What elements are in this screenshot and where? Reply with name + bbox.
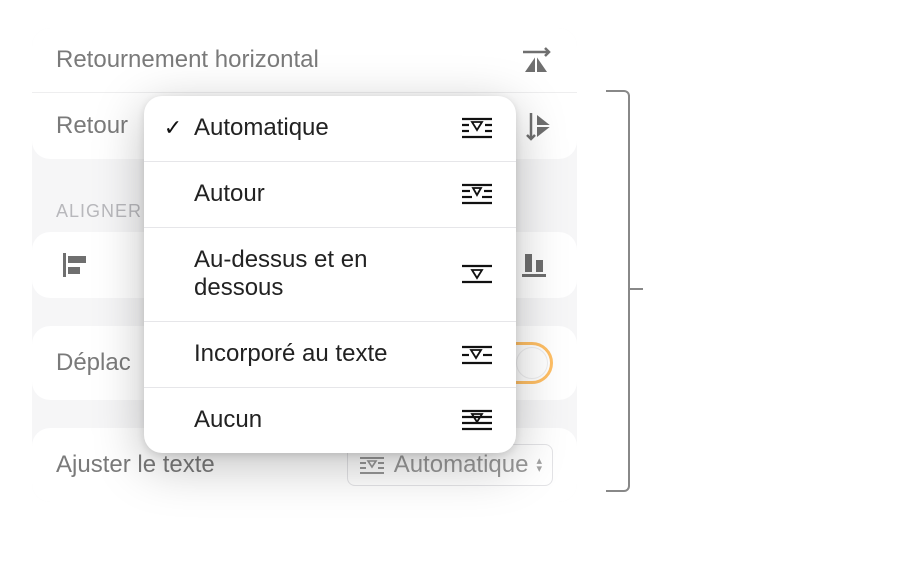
align-left-button[interactable] [56, 246, 94, 284]
wrap-option-label: Aucun [194, 406, 450, 435]
align-bottom-button[interactable] [515, 246, 553, 284]
flip-horizontal-row[interactable]: Retournement horizontal [32, 28, 577, 93]
wrap-text-popover: ✓ Automatique Autour [144, 96, 516, 453]
flip-horizontal-icon [519, 46, 553, 74]
chevron-up-down-icon: ▴▾ [536, 457, 542, 473]
wrap-option-label: Autour [194, 180, 450, 209]
wrap-text-label: Ajuster le texte [56, 451, 215, 479]
move-with-text-label: Déplac [56, 349, 131, 377]
flip-vertical-icon [525, 111, 553, 141]
wrap-option-label: Incorporé au texte [194, 340, 450, 369]
wrap-option-label: Au-dessus et en dessous [194, 246, 450, 304]
flip-vertical-label: Retour [56, 112, 128, 140]
wrap-text-value: Automatique [394, 451, 529, 479]
annotation-bracket [606, 90, 630, 492]
toggle-knob [516, 347, 548, 379]
wrap-none-icon [460, 407, 494, 433]
wrap-auto-icon [358, 455, 386, 475]
wrap-option-above-below[interactable]: Au-dessus et en dessous [144, 228, 516, 323]
flip-horizontal-label: Retournement horizontal [56, 46, 319, 74]
wrap-option-inline[interactable]: Incorporé au texte [144, 322, 516, 388]
wrap-auto-icon [460, 115, 494, 141]
wrap-option-automatic[interactable]: ✓ Automatique [144, 96, 516, 162]
wrap-inline-icon [460, 342, 494, 368]
checkmark-icon: ✓ [162, 115, 184, 141]
wrap-option-none[interactable]: Aucun [144, 388, 516, 453]
annotation-bracket-nub [629, 288, 643, 290]
wrap-above-below-icon [460, 261, 494, 287]
wrap-around-icon [460, 181, 494, 207]
wrap-option-around[interactable]: Autour [144, 162, 516, 228]
wrap-option-label: Automatique [194, 114, 450, 143]
